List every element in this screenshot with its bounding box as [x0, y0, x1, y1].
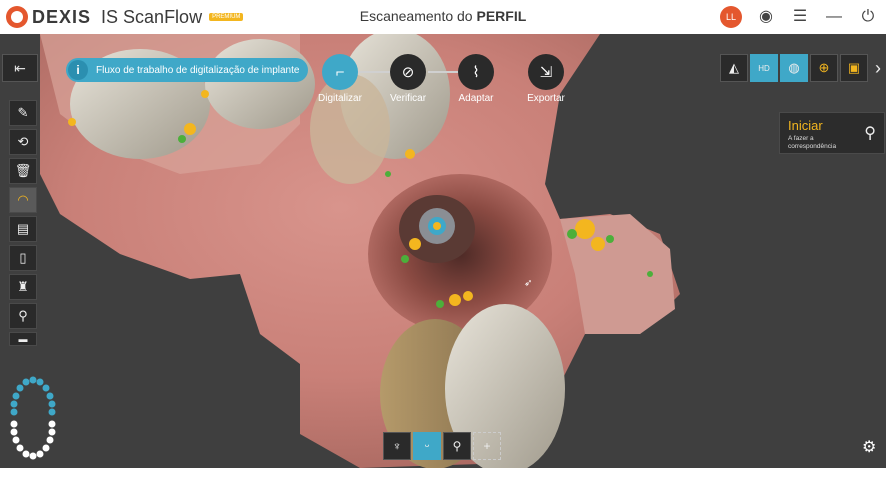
- start-matching-title: Iniciar: [788, 118, 823, 133]
- trash-icon: 🗑: [14, 163, 32, 178]
- menu-icon[interactable]: ☰: [791, 8, 809, 26]
- arch-selector[interactable]: [6, 376, 60, 462]
- lower-arch-icon[interactable]: [10, 420, 56, 460]
- document-icon: ▯: [19, 250, 27, 265]
- step-exportar[interactable]: ⇲ Exportar: [516, 54, 576, 104]
- step-adaptar[interactable]: ⌇ Adaptar: [446, 54, 506, 104]
- lower-jaw-button[interactable]: ᵕ: [413, 432, 441, 460]
- upper-arch-icon[interactable]: [10, 376, 56, 416]
- expand-toolbar-button[interactable]: ›: [870, 54, 886, 82]
- adapt-icon: ⌇: [458, 54, 494, 90]
- zoom-button[interactable]: ⊕: [810, 54, 838, 82]
- snapshot-button[interactable]: ▣: [840, 54, 868, 82]
- settings-wand-icon[interactable]: ⚙: [862, 437, 876, 457]
- info-icon: i: [68, 60, 88, 80]
- mouse-cursor-icon: ➶: [524, 278, 533, 289]
- window-title-prefix: Escaneamento do: [359, 8, 473, 24]
- restore-tool-button[interactable]: ⟲: [9, 129, 37, 155]
- upper-jaw-icon: ♆: [392, 439, 402, 453]
- arch-icon: ◠: [17, 192, 29, 207]
- scan-body-icon: ▬: [18, 334, 28, 344]
- scan-body-tool-button[interactable]: ▬: [9, 332, 37, 346]
- workflow-info-text: Fluxo de trabalho de digitalização de im…: [96, 64, 300, 76]
- delete-tool-button[interactable]: 🗑: [9, 158, 37, 184]
- brush-tool-button[interactable]: ✎: [9, 100, 37, 126]
- minimize-icon[interactable]: —: [825, 8, 843, 26]
- user-avatar[interactable]: LL: [720, 6, 742, 28]
- exit-button[interactable]: ⇤: [2, 54, 38, 82]
- power-icon[interactable]: ⏻: [859, 8, 877, 26]
- document-tool-button[interactable]: ▯: [9, 245, 37, 271]
- step-label: Digitalizar: [318, 93, 362, 104]
- export-icon: ⇲: [528, 54, 564, 90]
- implant-match-icon: ⚲: [864, 125, 876, 142]
- tooth-ruler-icon: ♜: [17, 279, 29, 294]
- implant-icon: ⚲: [452, 439, 462, 453]
- step-label: Adaptar: [458, 93, 494, 104]
- color-wheel-icon: ◍: [788, 60, 800, 75]
- lower-jaw-icon: ᵕ: [424, 439, 430, 453]
- brush-icon: ✎: [17, 105, 29, 120]
- tooth-view-icon: ◭: [729, 60, 739, 75]
- step-label: Exportar: [527, 93, 565, 104]
- record-icon[interactable]: ◉: [757, 8, 775, 26]
- scanner-icon: ⌐: [322, 54, 358, 90]
- start-matching-panel[interactable]: Iniciar A fazer a correspondência ⚲: [779, 112, 885, 154]
- implant-pair-tool-button[interactable]: ⚲: [9, 303, 37, 329]
- jaw-selector-toolbar: ♆ ᵕ ⚲ +: [383, 432, 503, 460]
- workflow-steps: ⌐ Digitalizar ⊘ Verificar ⌇ Adaptar ⇲ Ex…: [310, 54, 580, 106]
- step-digitalizar[interactable]: ⌐ Digitalizar: [310, 54, 370, 104]
- save-icon: ▤: [16, 221, 30, 236]
- window-title: Escaneamento do PERFIL: [0, 8, 886, 24]
- view-toolbar: ◭ HD ◍ ⊕ ▣ ›: [718, 54, 886, 84]
- tooth-ruler-tool-button[interactable]: ♜: [9, 274, 37, 300]
- zoom-icon: ⊕: [818, 60, 830, 75]
- upper-jaw-button[interactable]: ♆: [383, 432, 411, 460]
- title-bar: DEXIS IS ScanFlow PREMIUM Escaneamento d…: [0, 0, 886, 34]
- implant-pair-icon: ⚲: [18, 308, 28, 323]
- color-button[interactable]: ◍: [780, 54, 808, 82]
- add-icon: +: [483, 439, 491, 453]
- inspect-icon: ⊘: [390, 54, 426, 90]
- hd-icon: HD: [758, 63, 770, 73]
- restore-icon: ⟲: [17, 134, 29, 149]
- start-matching-subtitle: A fazer a correspondência: [788, 135, 837, 150]
- add-scan-button[interactable]: +: [473, 432, 501, 460]
- window-title-bold: PERFIL: [476, 8, 527, 24]
- step-verificar[interactable]: ⊘ Verificar: [378, 54, 438, 104]
- workflow-info-banner[interactable]: i Fluxo de trabalho de digitalização de …: [66, 58, 308, 82]
- step-label: Verificar: [389, 93, 427, 104]
- snapshot-icon: ▣: [847, 60, 861, 75]
- exit-icon: ⇤: [14, 59, 26, 76]
- tooth-view-button[interactable]: ◭: [720, 54, 748, 82]
- bottom-bar: [0, 468, 886, 497]
- implant-view-button[interactable]: ⚲: [443, 432, 471, 460]
- hd-button[interactable]: HD: [750, 54, 778, 82]
- save-tool-button[interactable]: ▤: [9, 216, 37, 242]
- arch-tool-button[interactable]: ◠: [9, 187, 37, 213]
- chevron-right-icon: ›: [875, 57, 881, 78]
